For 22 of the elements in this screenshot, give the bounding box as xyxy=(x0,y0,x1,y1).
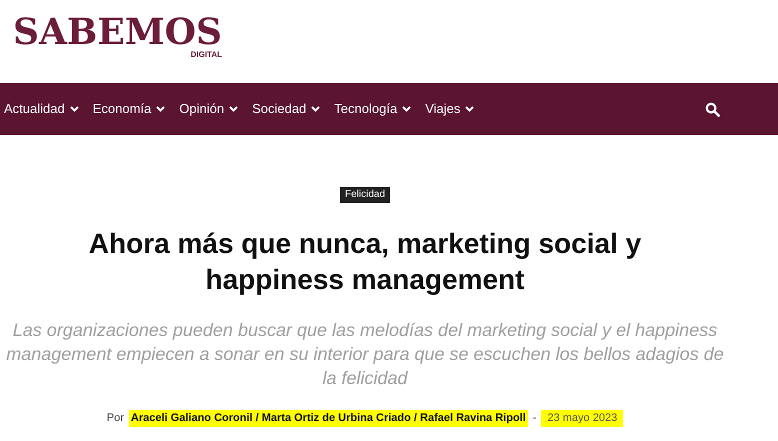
article-subtitle: Las organizaciones pueden buscar que las melodías del marketing social y el happiness management empiecen a sonar en su interior para que se escuchen los bellos adagios de la felicidad xyxy=(5,319,725,390)
chevron-down-icon xyxy=(465,106,474,112)
nav-item[interactable]: Sociedad xyxy=(252,99,320,119)
logo[interactable]: SABEMOS xyxy=(12,14,222,50)
nav-item[interactable]: Economía xyxy=(92,99,166,119)
article-title: Ahora más que nunca, marketing social y happiness management xyxy=(88,227,642,297)
author-link[interactable]: Araceli Galiano Coronil / Marta Ortiz de Urbina Criado / Rafael Ravina Ripoll xyxy=(128,410,528,426)
chevron-down-icon xyxy=(70,106,79,112)
nav-item[interactable]: Tecnología xyxy=(334,99,412,119)
logo-tagline: DIGITAL xyxy=(190,50,222,60)
search-icon[interactable] xyxy=(705,102,720,116)
chevron-down-icon xyxy=(156,106,166,112)
byline-prefix: Por xyxy=(106,411,124,426)
chevron-down-icon xyxy=(402,106,412,112)
byline-separator: - xyxy=(532,411,536,426)
chevron-down-icon xyxy=(229,106,238,112)
publish-date: 23 mayo 2023 xyxy=(541,410,624,426)
category-tag[interactable]: Felicidad xyxy=(340,187,390,203)
nav-item[interactable]: Viajes xyxy=(425,99,474,119)
nav-item[interactable]: Actualidad xyxy=(4,99,79,119)
chevron-down-icon xyxy=(311,106,320,112)
nav-item[interactable]: Opinión xyxy=(179,99,238,119)
